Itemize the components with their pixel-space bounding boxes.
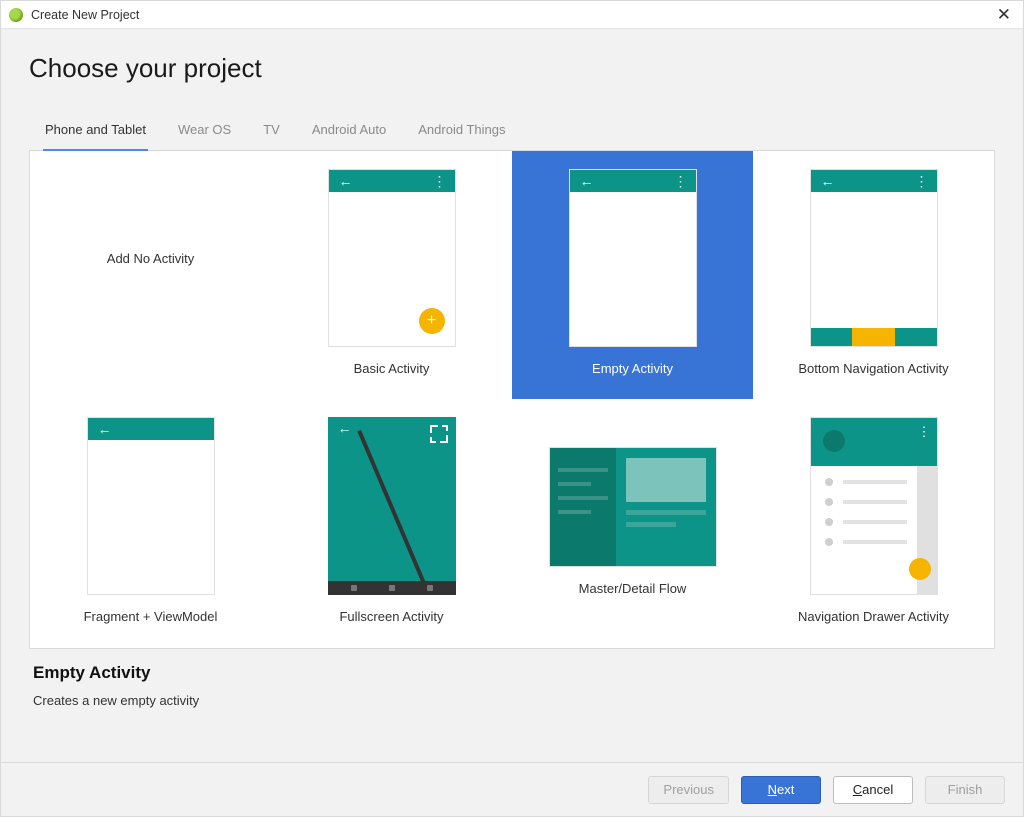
selected-description: Creates a new empty activity <box>33 693 991 708</box>
selected-title: Empty Activity <box>33 663 991 683</box>
template-basic-activity[interactable]: ⋮ + Basic Activity <box>271 151 512 399</box>
template-grid-container: Add No Activity ⋮ + Basic Activity ⋮ <box>29 151 995 649</box>
finish-button: Finish <box>925 776 1005 804</box>
template-master-detail-flow[interactable]: Master/Detail Flow <box>512 399 753 647</box>
overflow-icon: ⋮ <box>674 173 688 190</box>
template-thumbnail: ⋮ <box>810 417 938 595</box>
content-area: Choose your project Phone and Tablet Wea… <box>1 29 1023 762</box>
button-bar: Previous Next Cancel Finish <box>1 762 1023 816</box>
back-arrow-icon <box>821 173 835 189</box>
cancel-button[interactable]: Cancel <box>833 776 913 804</box>
template-label: Add No Activity <box>107 251 194 266</box>
back-arrow-icon <box>580 173 594 189</box>
overflow-icon: ⋮ <box>433 173 447 190</box>
template-label: Empty Activity <box>592 361 673 376</box>
dialog-window: Create New Project ✕ Choose your project… <box>0 0 1024 817</box>
avatar-icon <box>823 430 845 452</box>
title-bar: Create New Project ✕ <box>1 1 1023 29</box>
template-thumbnail <box>549 447 717 567</box>
template-label: Bottom Navigation Activity <box>798 361 948 376</box>
template-fragment-viewmodel[interactable]: Fragment + ViewModel <box>30 399 271 647</box>
tab-android-things[interactable]: Android Things <box>416 112 507 151</box>
bottom-nav-bar-icon <box>811 328 937 346</box>
template-label: Fragment + ViewModel <box>84 609 218 624</box>
tab-wear-os[interactable]: Wear OS <box>176 112 233 151</box>
selected-details: Empty Activity Creates a new empty activ… <box>29 649 995 724</box>
back-arrow-icon <box>339 173 353 189</box>
template-label: Basic Activity <box>354 361 430 376</box>
fab-icon: + <box>419 308 445 334</box>
template-thumbnail <box>328 417 456 595</box>
fab-icon <box>909 558 931 580</box>
template-navigation-drawer-activity[interactable]: ⋮ Navigation Drawer Activity <box>753 399 994 647</box>
template-bottom-navigation-activity[interactable]: ⋮ Bottom Navigation Activity <box>753 151 994 399</box>
back-arrow-icon <box>98 421 112 437</box>
template-thumbnail: ⋮ <box>569 169 697 347</box>
template-label: Master/Detail Flow <box>579 581 687 596</box>
overflow-icon: ⋮ <box>918 424 931 440</box>
template-label: Fullscreen Activity <box>339 609 443 624</box>
template-thumbnail: ⋮ + <box>328 169 456 347</box>
template-grid: Add No Activity ⋮ + Basic Activity ⋮ <box>30 151 994 647</box>
template-thumbnail <box>87 417 215 595</box>
window-title: Create New Project <box>31 8 139 22</box>
template-add-no-activity[interactable]: Add No Activity <box>30 151 271 399</box>
tab-phone-and-tablet[interactable]: Phone and Tablet <box>43 112 148 151</box>
next-button[interactable]: Next <box>741 776 821 804</box>
template-thumbnail: ⋮ <box>810 169 938 347</box>
tab-tv[interactable]: TV <box>261 112 282 151</box>
template-fullscreen-activity[interactable]: Fullscreen Activity <box>271 399 512 647</box>
previous-button: Previous <box>648 776 729 804</box>
template-grid-scroll[interactable]: Add No Activity ⋮ + Basic Activity ⋮ <box>30 151 994 648</box>
close-icon[interactable]: ✕ <box>993 6 1015 23</box>
tab-bar: Phone and Tablet Wear OS TV Android Auto… <box>29 112 995 151</box>
template-empty-activity[interactable]: ⋮ Empty Activity <box>512 151 753 399</box>
tab-android-auto[interactable]: Android Auto <box>310 112 388 151</box>
android-studio-icon <box>9 8 23 22</box>
template-label: Navigation Drawer Activity <box>798 609 949 624</box>
page-title: Choose your project <box>29 53 995 84</box>
overflow-icon: ⋮ <box>915 173 929 190</box>
